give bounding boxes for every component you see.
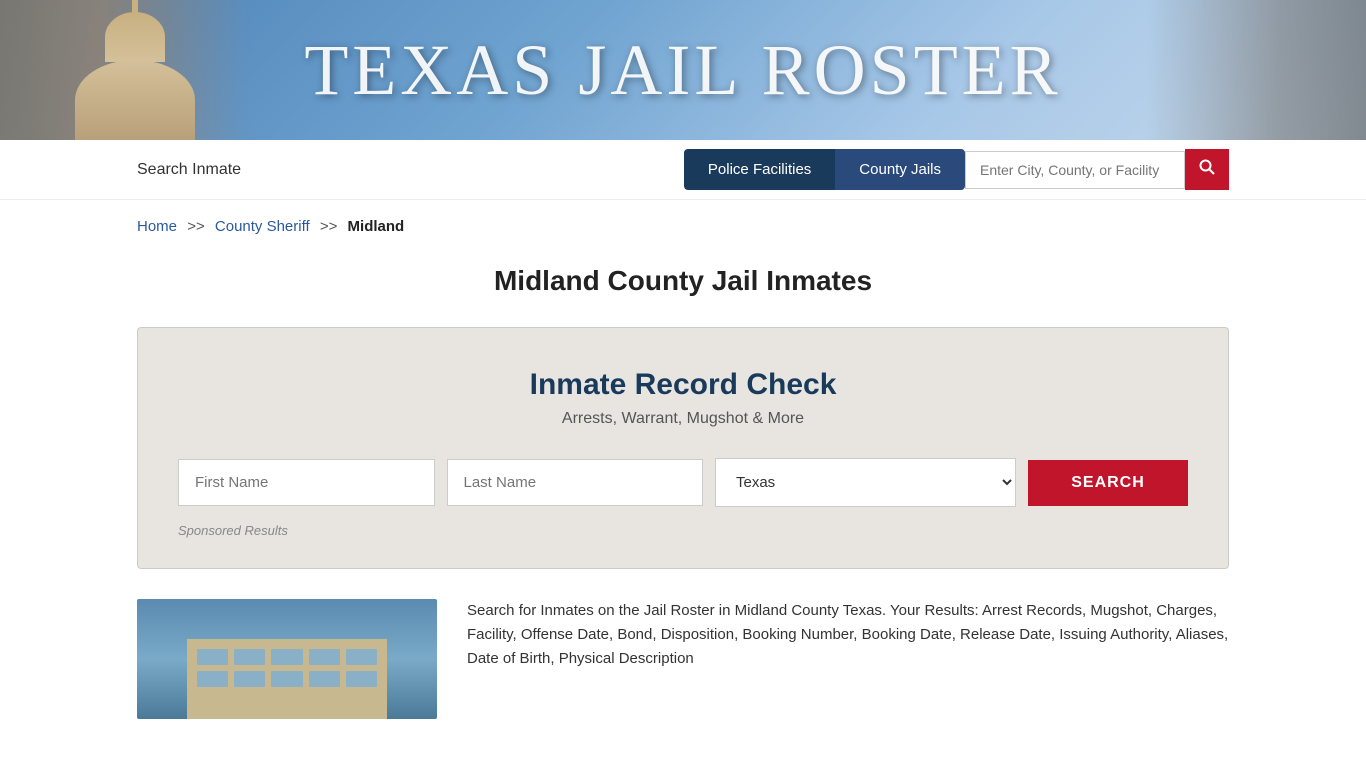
search-inmate-label: Search Inmate — [137, 161, 684, 179]
window — [271, 649, 302, 665]
banner-title: TEXAS JAIL ROSTER — [304, 29, 1061, 112]
search-icon — [1199, 159, 1215, 175]
bottom-section: Search for Inmates on the Jail Roster in… — [0, 599, 1366, 719]
facility-search-button[interactable] — [1185, 149, 1229, 190]
nav-buttons: Police Facilities County Jails — [684, 149, 1229, 190]
state-select[interactable]: AlabamaAlaskaArizonaArkansasCaliforniaCo… — [715, 458, 1016, 507]
breadcrumb: Home >> County Sheriff >> Midland — [0, 200, 1366, 245]
window — [197, 671, 228, 687]
window — [271, 671, 302, 687]
breadcrumb-current: Midland — [348, 218, 405, 235]
breadcrumb-county-sheriff[interactable]: County Sheriff — [215, 218, 310, 235]
description-text: Search for Inmates on the Jail Roster in… — [467, 599, 1229, 719]
record-check-subtitle: Arrests, Warrant, Mugshot & More — [178, 410, 1188, 428]
header-banner: TEXAS JAIL ROSTER — [0, 0, 1366, 140]
building-facade — [187, 639, 387, 719]
record-check-form: AlabamaAlaskaArizonaArkansasCaliforniaCo… — [178, 458, 1188, 507]
first-name-input[interactable] — [178, 459, 435, 506]
capitol-dome-icon — [60, 10, 210, 140]
police-facilities-button[interactable]: Police Facilities — [684, 149, 835, 190]
last-name-input[interactable] — [447, 459, 704, 506]
record-check-box: Inmate Record Check Arrests, Warrant, Mu… — [137, 327, 1229, 569]
search-record-button[interactable]: SEARCH — [1028, 460, 1188, 506]
breadcrumb-sep1: >> — [187, 218, 205, 235]
window — [346, 649, 377, 665]
county-jails-button[interactable]: County Jails — [835, 149, 965, 190]
banner-right-overlay — [1146, 0, 1366, 140]
page-title: Midland County Jail Inmates — [0, 265, 1366, 297]
window — [309, 649, 340, 665]
window — [346, 671, 377, 687]
window — [234, 671, 265, 687]
building-windows — [187, 639, 387, 697]
window — [309, 671, 340, 687]
sponsored-results-label: Sponsored Results — [178, 523, 1188, 538]
nav-bar: Search Inmate Police Facilities County J… — [0, 140, 1366, 200]
breadcrumb-sep2: >> — [320, 218, 338, 235]
window — [234, 649, 265, 665]
building-image — [137, 599, 437, 719]
breadcrumb-home[interactable]: Home — [137, 218, 177, 235]
window — [197, 649, 228, 665]
record-check-title: Inmate Record Check — [178, 368, 1188, 402]
facility-search-input[interactable] — [965, 151, 1185, 189]
